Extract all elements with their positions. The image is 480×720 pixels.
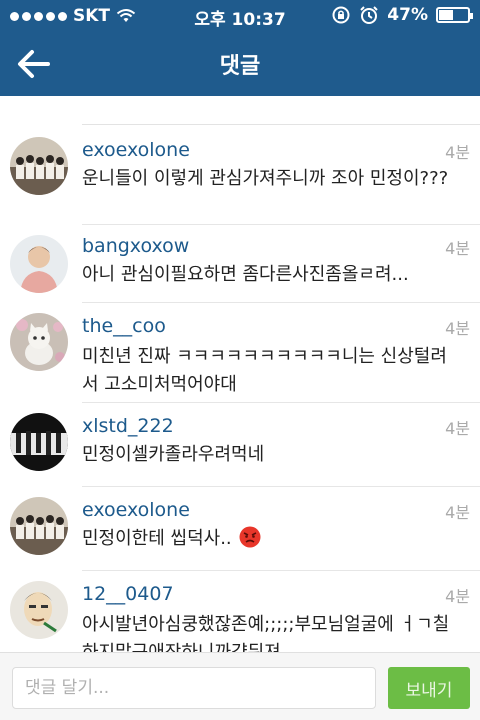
comment-time: 4분 [445, 239, 470, 258]
page-title: 댓글 [219, 54, 261, 79]
avatar[interactable] [10, 137, 68, 195]
avatar[interactable] [10, 497, 68, 555]
avatar[interactable] [10, 313, 68, 371]
angry-face-icon [239, 526, 261, 548]
avatar[interactable] [10, 235, 68, 293]
battery-level [439, 10, 454, 20]
comment-time: 4분 [445, 587, 470, 606]
avatar[interactable] [10, 413, 68, 471]
comment-list[interactable]: exoexolone 4분 운니들이 이렇게 관심가져주니까 조아 민정이???… [0, 96, 480, 652]
comment-text: 아시발년아심쿵했잖존예;;;;;부모님얼굴에 ㅓㄱ칠하지말구애잔하니까걍뒤져 [82, 614, 450, 652]
comment-item: 12__0407 4분 아시발년아심쿵했잖존예;;;;;부모님얼굴에 ㅓㄱ칠하지… [0, 571, 480, 652]
comment-username[interactable]: xlstd_222 [82, 415, 174, 437]
status-right: 47% [331, 5, 473, 25]
avatar[interactable] [10, 581, 68, 639]
rotation-lock-icon [332, 6, 350, 24]
comment-time: 4분 [445, 419, 470, 438]
comment-text-row: 민정이한테 씹덕사.. [82, 525, 460, 553]
comment-text: 민정이셀카졸라우려먹네 [82, 444, 265, 465]
comment-time: 4분 [445, 319, 470, 338]
comment-text: 운니들이 이렇게 관심가져주니까 조아 민정이??? [82, 168, 449, 189]
comment-text: 아니 관심이필요하면 좀다른사진좀올ㄹ려... [82, 264, 409, 285]
comment-item: bangxoxow 4분 아니 관심이필요하면 좀다른사진좀올ㄹ려... [0, 225, 480, 303]
battery-percent: 47% [387, 5, 428, 25]
comment-text: 미친년 진짜 ㅋㅋㅋㅋㅋㅋㅋㅋㅋㅋ니는 신상털려서 고소미처먹어야대 [82, 346, 447, 395]
comment-item: exoexolone 4분 운니들이 이렇게 관심가져주니까 조아 민정이??? [0, 125, 480, 225]
send-button[interactable]: 보내기 [388, 667, 470, 709]
alarm-clock-icon [360, 6, 379, 24]
battery-icon [436, 7, 473, 23]
comment-item: xlstd_222 4분 민정이셀카졸라우려먹네 [0, 403, 480, 487]
comment-text: 민정이한테 씹덕사.. [82, 528, 232, 549]
comment-input[interactable] [12, 667, 376, 709]
comment-item: the__coo 4분 미친년 진짜 ㅋㅋㅋㅋㅋㅋㅋㅋㅋㅋ니는 신상털려서 고소… [0, 303, 480, 403]
comment-username[interactable]: 12__0407 [82, 583, 174, 605]
comment-item: exoexolone 4분 민정이한테 씹덕사.. [0, 487, 480, 571]
comment-username[interactable]: exoexolone [82, 499, 190, 521]
comment-username[interactable]: bangxoxow [82, 235, 189, 257]
nav-bar: 댓글 [0, 32, 480, 96]
comment-username[interactable]: exoexolone [82, 139, 190, 161]
comment-composer: 보내기 [0, 652, 480, 720]
header: SKT 오후 10:37 47% 댓글 [0, 0, 480, 96]
status-bar: SKT 오후 10:37 47% [0, 0, 480, 32]
comment-username[interactable]: the__coo [82, 315, 166, 337]
comment-time: 4분 [445, 143, 470, 162]
comment-time: 4분 [445, 503, 470, 522]
